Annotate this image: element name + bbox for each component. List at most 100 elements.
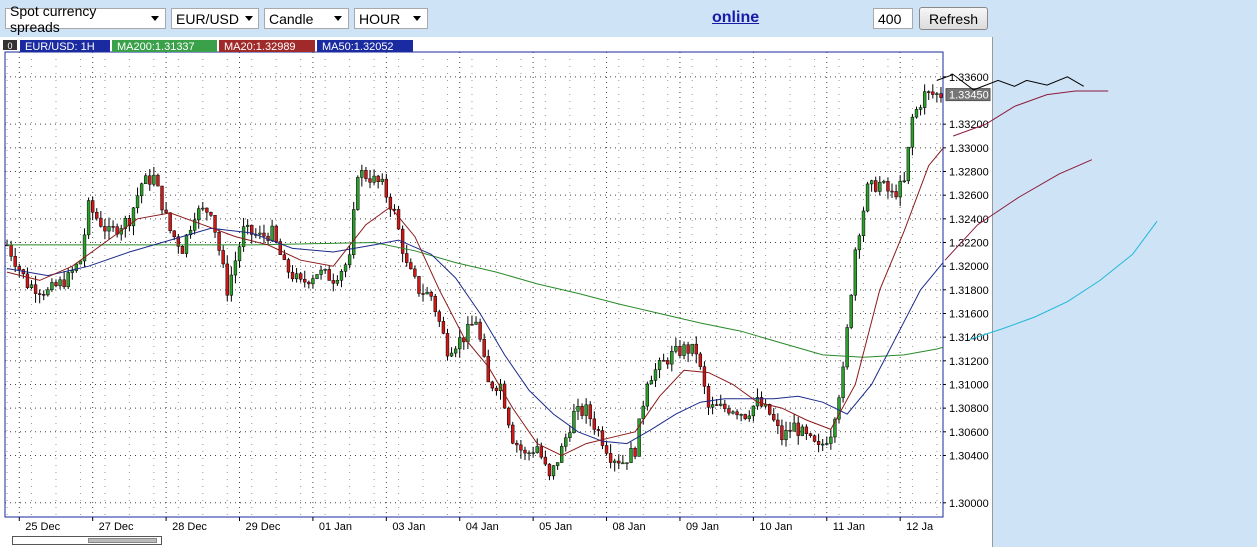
candle-body	[298, 273, 303, 280]
candle-body	[927, 91, 931, 93]
candle-body	[347, 254, 352, 266]
x-tick-label: 28 Dec	[172, 521, 207, 533]
candle-body	[201, 207, 205, 210]
symbol-select[interactable]: EUR/USD	[171, 8, 259, 29]
current-price-label: 1.33450	[949, 90, 989, 102]
candle	[417, 275, 421, 297]
candle-body	[914, 109, 919, 118]
candle-body	[148, 175, 152, 185]
ma200-extension	[969, 220, 1158, 340]
x-tick-label: 12 Ja	[906, 521, 934, 533]
candle-body	[727, 408, 731, 414]
candle-body	[874, 180, 878, 192]
candle-body	[918, 107, 923, 110]
candle-body	[710, 404, 715, 408]
candle-body	[931, 91, 935, 95]
candle-body	[225, 263, 229, 296]
candle-body	[466, 323, 470, 343]
candle	[86, 197, 91, 240]
chart-style-select[interactable]: Candle	[264, 8, 349, 29]
candle-body	[617, 460, 621, 464]
candle-body	[796, 422, 800, 436]
candle-body	[666, 360, 670, 365]
candle-body	[221, 250, 225, 265]
candle-body	[882, 181, 886, 183]
candle-body	[588, 404, 592, 420]
candle-body	[91, 200, 95, 213]
candle-body	[335, 279, 340, 284]
candle-body	[425, 291, 429, 295]
candle-body	[543, 456, 548, 465]
bar-count-input[interactable]	[873, 8, 913, 29]
legend-item: MA200:1.31337	[117, 41, 195, 53]
candle-body	[694, 343, 698, 355]
candle	[274, 224, 278, 244]
candle-body	[482, 338, 486, 357]
candle-body	[282, 254, 287, 260]
candle-body	[384, 178, 388, 198]
candle-body	[886, 181, 890, 192]
candle-body	[519, 444, 523, 451]
candle-body	[490, 381, 495, 389]
candle-body	[356, 177, 360, 210]
candle-body	[294, 273, 299, 280]
candle-body	[66, 272, 70, 288]
scrollbar-thumb[interactable]	[88, 538, 157, 543]
x-tick-label: 01 Jan	[319, 521, 352, 533]
x-tick-label: 05 Jan	[539, 521, 572, 533]
y-tick-label: 1.31200	[949, 356, 989, 368]
y-tick-label: 1.30400	[949, 450, 989, 462]
candle-body	[323, 269, 327, 271]
candle-body	[800, 426, 804, 436]
candle-body	[217, 232, 221, 251]
chevron-down-icon	[151, 16, 159, 21]
y-tick-label: 1.30000	[949, 498, 989, 510]
candle-body	[360, 170, 364, 178]
candle-body	[564, 437, 568, 447]
candle-body	[584, 404, 588, 416]
candle-body	[413, 268, 417, 277]
candle	[315, 274, 319, 280]
chart-area[interactable]: 0 EUR/USD: 1H MA200:1.31337 MA20:1.32989 MA5…	[0, 37, 993, 547]
candle	[837, 394, 841, 424]
candle	[506, 406, 511, 429]
candle	[352, 201, 356, 259]
candle-body	[780, 425, 784, 441]
candle-body	[527, 452, 531, 455]
candle-body	[470, 323, 474, 326]
candle-body	[107, 226, 111, 232]
candle-body	[131, 207, 136, 227]
candle-body	[719, 403, 723, 406]
period-value: HOUR	[359, 10, 401, 27]
candle-body	[152, 174, 156, 185]
candle-body	[808, 433, 813, 436]
candle-body	[735, 411, 739, 416]
candle-body	[372, 175, 376, 183]
candle-body	[731, 411, 735, 414]
candle-body	[506, 407, 511, 426]
refresh-button[interactable]: Refresh	[919, 7, 988, 30]
price-chart: 0 EUR/USD: 1H MA200:1.31337 MA20:1.32989 MA5…	[3, 40, 991, 533]
candle-body	[792, 422, 796, 432]
candle-body	[535, 446, 539, 453]
candle	[845, 324, 849, 370]
candle-body	[25, 273, 30, 288]
chart-type-select[interactable]: Spot currency spreads	[5, 3, 166, 35]
candle-body	[604, 445, 609, 454]
candle-body	[515, 442, 519, 446]
candle-body	[674, 346, 678, 352]
online-link[interactable]: online	[712, 9, 759, 27]
candle-body	[772, 414, 776, 421]
candle-body	[86, 200, 91, 236]
chart-scrollbar[interactable]	[12, 536, 162, 545]
candle-body	[853, 249, 857, 296]
y-tick-label: 1.30800	[949, 403, 989, 415]
candle-body	[894, 191, 898, 198]
candle-body	[429, 291, 433, 297]
legend-item: MA20:1.32989	[224, 41, 296, 53]
y-tick-label: 1.32600	[949, 190, 989, 202]
candle-body	[458, 337, 462, 350]
candle-body	[29, 284, 34, 288]
period-select[interactable]: HOUR	[354, 8, 428, 29]
candle-body	[812, 435, 817, 442]
